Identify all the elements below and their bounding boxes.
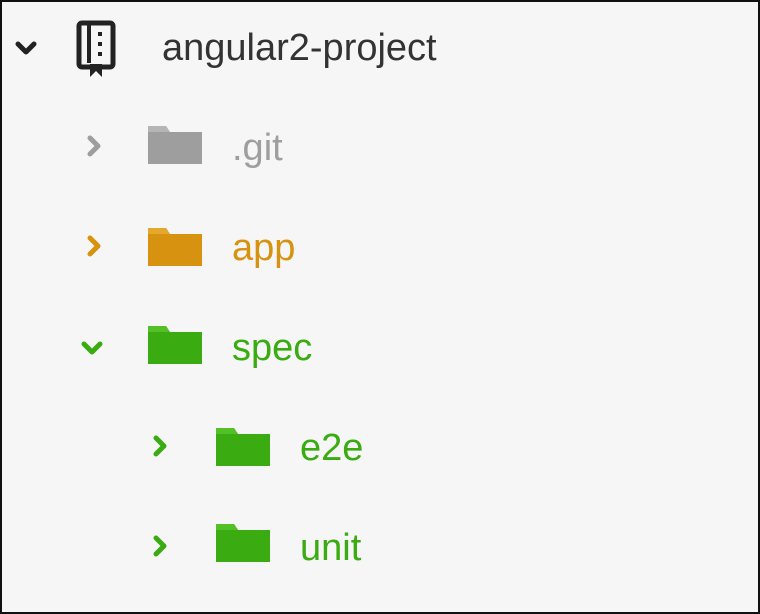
chevron-down-icon[interactable]: [80, 336, 104, 360]
chevron-down-icon[interactable]: [14, 36, 38, 60]
tree-item-label: e2e: [300, 427, 364, 469]
folder-icon: [148, 228, 202, 266]
tree-item-label: app: [232, 227, 296, 269]
file-tree-panel: angular2-project .git app spec e2e unit: [0, 0, 760, 614]
tree-item-label: .git: [232, 127, 283, 169]
tree-item-git[interactable]: .git: [2, 120, 758, 180]
chevron-right-icon[interactable]: [82, 134, 106, 158]
repo-book-icon: [76, 20, 116, 77]
tree-item-app[interactable]: app: [2, 222, 758, 282]
chevron-right-icon[interactable]: [148, 534, 172, 558]
folder-icon: [216, 428, 270, 466]
folder-icon: [216, 524, 270, 562]
tree-root-label: angular2-project: [162, 27, 437, 69]
tree-item-e2e[interactable]: e2e: [2, 424, 758, 484]
chevron-right-icon[interactable]: [148, 434, 172, 458]
tree-item-spec[interactable]: spec: [2, 324, 758, 384]
chevron-right-icon[interactable]: [82, 234, 106, 258]
folder-icon: [148, 326, 202, 364]
tree-item-label: unit: [300, 527, 362, 569]
folder-icon: [148, 126, 202, 164]
tree-item-label: spec: [232, 327, 313, 369]
tree-item-unit[interactable]: unit: [2, 522, 758, 582]
tree-root-row[interactable]: angular2-project: [2, 18, 758, 78]
